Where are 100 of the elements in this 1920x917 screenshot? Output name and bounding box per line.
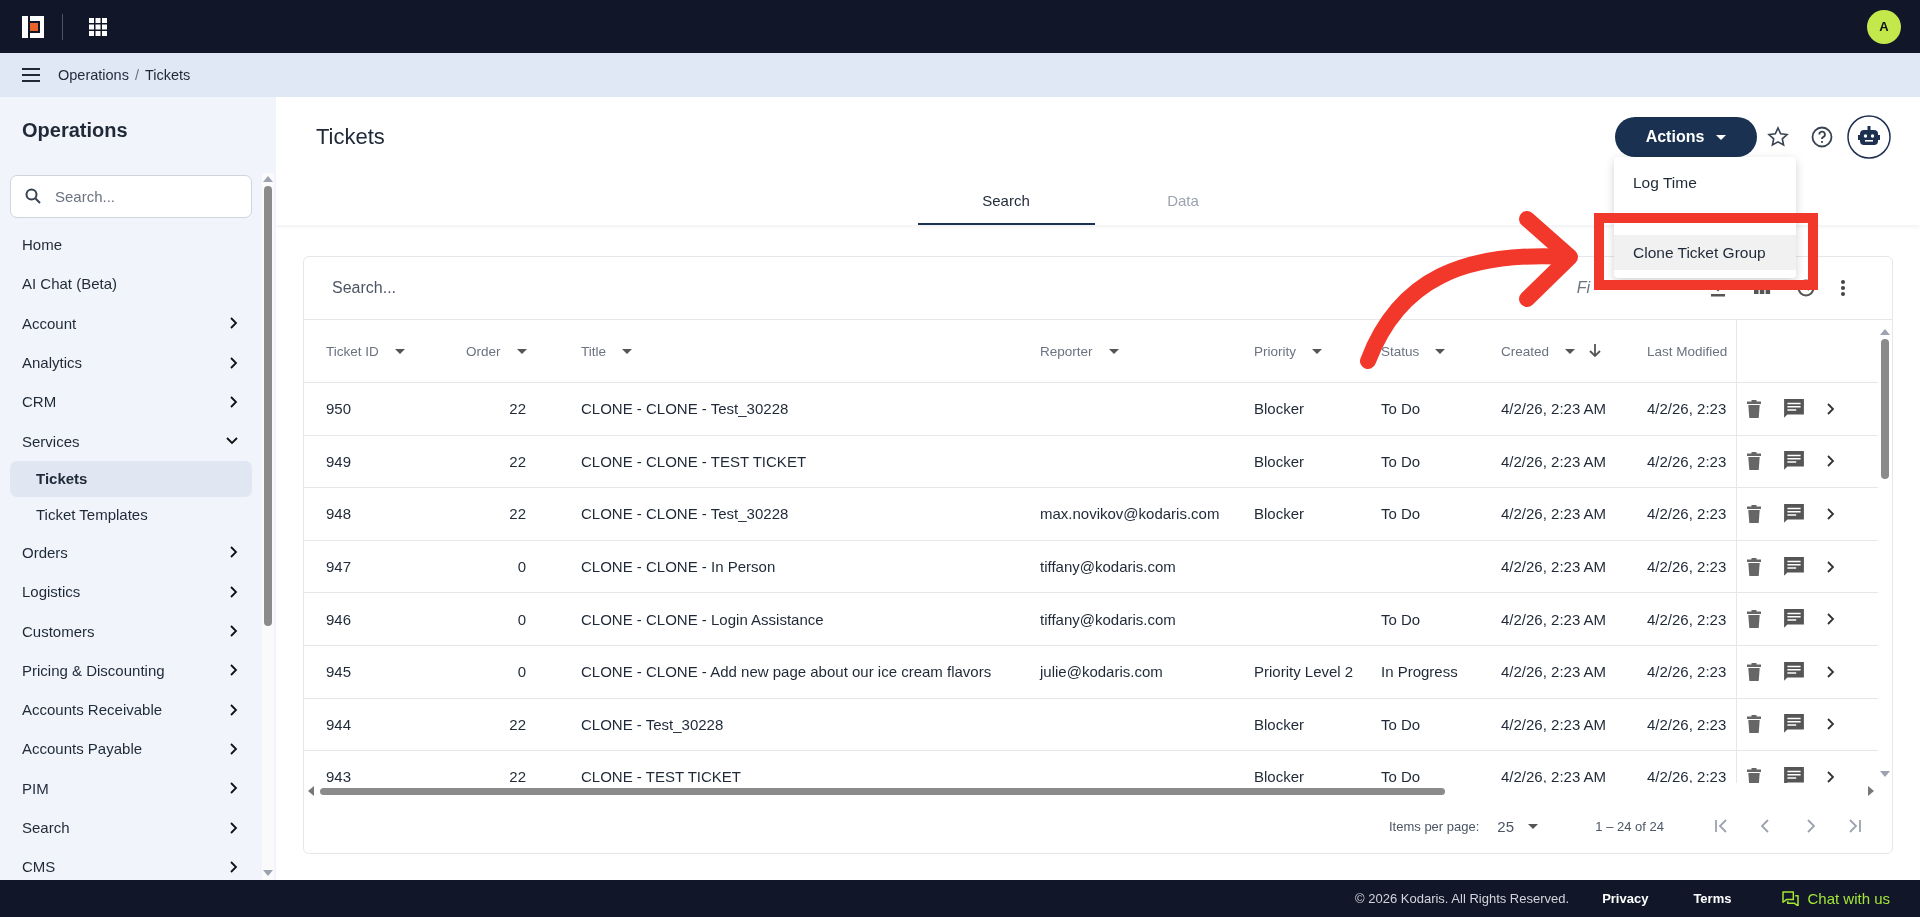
column-header[interactable]: Last Modified — [1627, 320, 1736, 382]
breadcrumb-link[interactable]: Operations — [58, 67, 129, 83]
scrollbar[interactable] — [262, 173, 274, 880]
priority: Blocker — [1254, 505, 1305, 523]
status: To Do — [1381, 610, 1421, 628]
created-date: 4/2/26, 2:23 AM — [1501, 558, 1607, 576]
sidebar-item[interactable]: Tickets — [10, 460, 252, 497]
chevron-right-icon[interactable] — [1827, 455, 1835, 468]
sidebar-item[interactable]: Accounts Receivable — [10, 689, 252, 730]
ticket-id: 950 — [326, 400, 352, 418]
filters-field[interactable]: Fi — [1576, 279, 1590, 297]
sidebar-item[interactable]: Home — [10, 225, 252, 265]
column-header[interactable]: Priority — [1241, 320, 1366, 382]
sidebar-item[interactable]: Customers — [10, 611, 252, 651]
status: To Do — [1381, 452, 1421, 470]
comment-icon[interactable] — [1783, 765, 1805, 783]
caret-icon[interactable] — [1565, 348, 1576, 354]
sidebar-item[interactable]: CMS — [10, 847, 252, 880]
sidebar-item[interactable]: Ticket Templates — [10, 496, 252, 533]
sidebar-item[interactable]: Services — [10, 421, 252, 461]
column-header[interactable]: Created — [1481, 320, 1627, 382]
sidebar-item[interactable]: Analytics — [10, 342, 252, 383]
trash-icon[interactable] — [1747, 767, 1761, 783]
star-icon[interactable] — [1766, 125, 1790, 149]
trash-icon[interactable] — [1747, 715, 1761, 734]
caret-icon[interactable] — [1435, 348, 1446, 354]
caret-icon — [1528, 823, 1538, 829]
reporter-email: tiffany@kodaris.com — [1040, 610, 1176, 628]
menu-item[interactable]: Log Time — [1614, 165, 1796, 200]
sidebar-item[interactable]: Search — [10, 807, 252, 848]
sidebar-item[interactable]: AI Chat (Beta) — [10, 264, 252, 304]
modified-date: 4/2/26, 2:23 — [1647, 558, 1727, 576]
trash-icon[interactable] — [1747, 557, 1761, 576]
chevron-right-icon[interactable] — [1827, 718, 1835, 731]
tab[interactable]: Search — [917, 177, 1095, 225]
column-header[interactable]: Reporter — [1016, 320, 1241, 382]
chevron-right-icon[interactable] — [1827, 665, 1835, 678]
ticket-id: 948 — [326, 505, 352, 523]
trash-icon[interactable] — [1747, 452, 1761, 471]
footer-link[interactable]: Privacy — [1602, 891, 1649, 906]
sidebar-item[interactable]: CRM — [10, 382, 252, 422]
column-header[interactable]: Status — [1366, 320, 1481, 382]
comment-icon[interactable] — [1783, 503, 1805, 525]
ticket-id: 944 — [326, 715, 352, 733]
modified-date: 4/2/26, 2:23 — [1647, 610, 1727, 628]
column-header[interactable]: Order — [461, 320, 556, 382]
trash-icon[interactable] — [1747, 662, 1761, 681]
priority: Blocker — [1254, 452, 1305, 470]
footer-link[interactable]: Terms — [1693, 891, 1732, 906]
caret-icon[interactable] — [1108, 348, 1119, 354]
sidebar-item[interactable]: Account — [10, 303, 252, 343]
sidebar-item[interactable]: Pricing & Discounting — [10, 650, 252, 690]
search-field[interactable]: Search... — [10, 175, 252, 218]
copyright-text: © 2026 Kodaris. All Rights Reserved. — [1355, 891, 1570, 906]
robot-icon[interactable] — [1847, 115, 1891, 159]
trash-icon[interactable] — [1747, 610, 1761, 629]
ticket-id: 943 — [326, 768, 352, 783]
column-header[interactable]: Ticket ID — [304, 320, 461, 382]
status: To Do — [1381, 715, 1421, 733]
chevron-right-icon[interactable] — [1827, 560, 1835, 573]
user-avatar[interactable]: A — [1867, 9, 1901, 44]
breadcrumb-link[interactable]: Tickets — [144, 67, 191, 83]
chat-button[interactable]: Chat with us — [1776, 889, 1896, 908]
sidebar-item[interactable]: Orders — [10, 532, 252, 573]
ticket-id: 945 — [326, 663, 352, 681]
trash-icon[interactable] — [1747, 399, 1761, 418]
caret-icon[interactable] — [1312, 348, 1322, 354]
apps-grid-icon[interactable] — [89, 17, 107, 36]
caret-icon[interactable] — [394, 348, 405, 354]
comment-icon[interactable] — [1783, 555, 1805, 578]
sidebar-item[interactable]: Accounts Payable — [10, 729, 252, 769]
items-per-page-label: Items per page: — [1389, 818, 1480, 834]
chevron-right-icon — [230, 860, 238, 873]
menu-icon[interactable] — [22, 68, 40, 82]
trash-icon[interactable] — [1747, 505, 1761, 523]
chevron-right-icon[interactable] — [1827, 508, 1835, 520]
sidebar-item[interactable]: PIM — [10, 768, 252, 808]
help-icon[interactable] — [1810, 125, 1834, 149]
created-date: 4/2/26, 2:23 AM — [1501, 400, 1607, 418]
actions-button[interactable]: Actions — [1615, 117, 1757, 157]
chevron-right-icon[interactable] — [1827, 770, 1835, 783]
sidebar-item[interactable]: Logistics — [10, 572, 252, 612]
logo-icon[interactable] — [20, 13, 46, 40]
menu-item[interactable]: Clone Ticket Group — [1614, 235, 1796, 270]
reporter-email: julie@kodaris.com — [1040, 663, 1163, 681]
comment-icon[interactable] — [1783, 397, 1805, 420]
caret-icon[interactable] — [622, 348, 632, 354]
modified-date: 4/2/26, 2:23 — [1647, 715, 1727, 733]
chevron-down-icon — [226, 437, 238, 446]
comment-icon[interactable] — [1783, 660, 1805, 683]
created-date: 4/2/26, 2:23 AM — [1501, 610, 1607, 628]
more-options-icon[interactable] — [1840, 278, 1846, 298]
items-per-page-select[interactable]: 25 — [1497, 817, 1558, 835]
ticket-title: CLONE - CLONE - Test_30228 — [581, 400, 789, 418]
caret-icon[interactable] — [516, 348, 527, 354]
sort-down-icon[interactable] — [1589, 344, 1602, 358]
chevron-right-icon — [230, 782, 238, 795]
chevron-right-icon[interactable] — [1827, 402, 1835, 415]
chevron-right-icon[interactable] — [1827, 613, 1835, 626]
column-header[interactable]: Title — [556, 320, 1016, 382]
